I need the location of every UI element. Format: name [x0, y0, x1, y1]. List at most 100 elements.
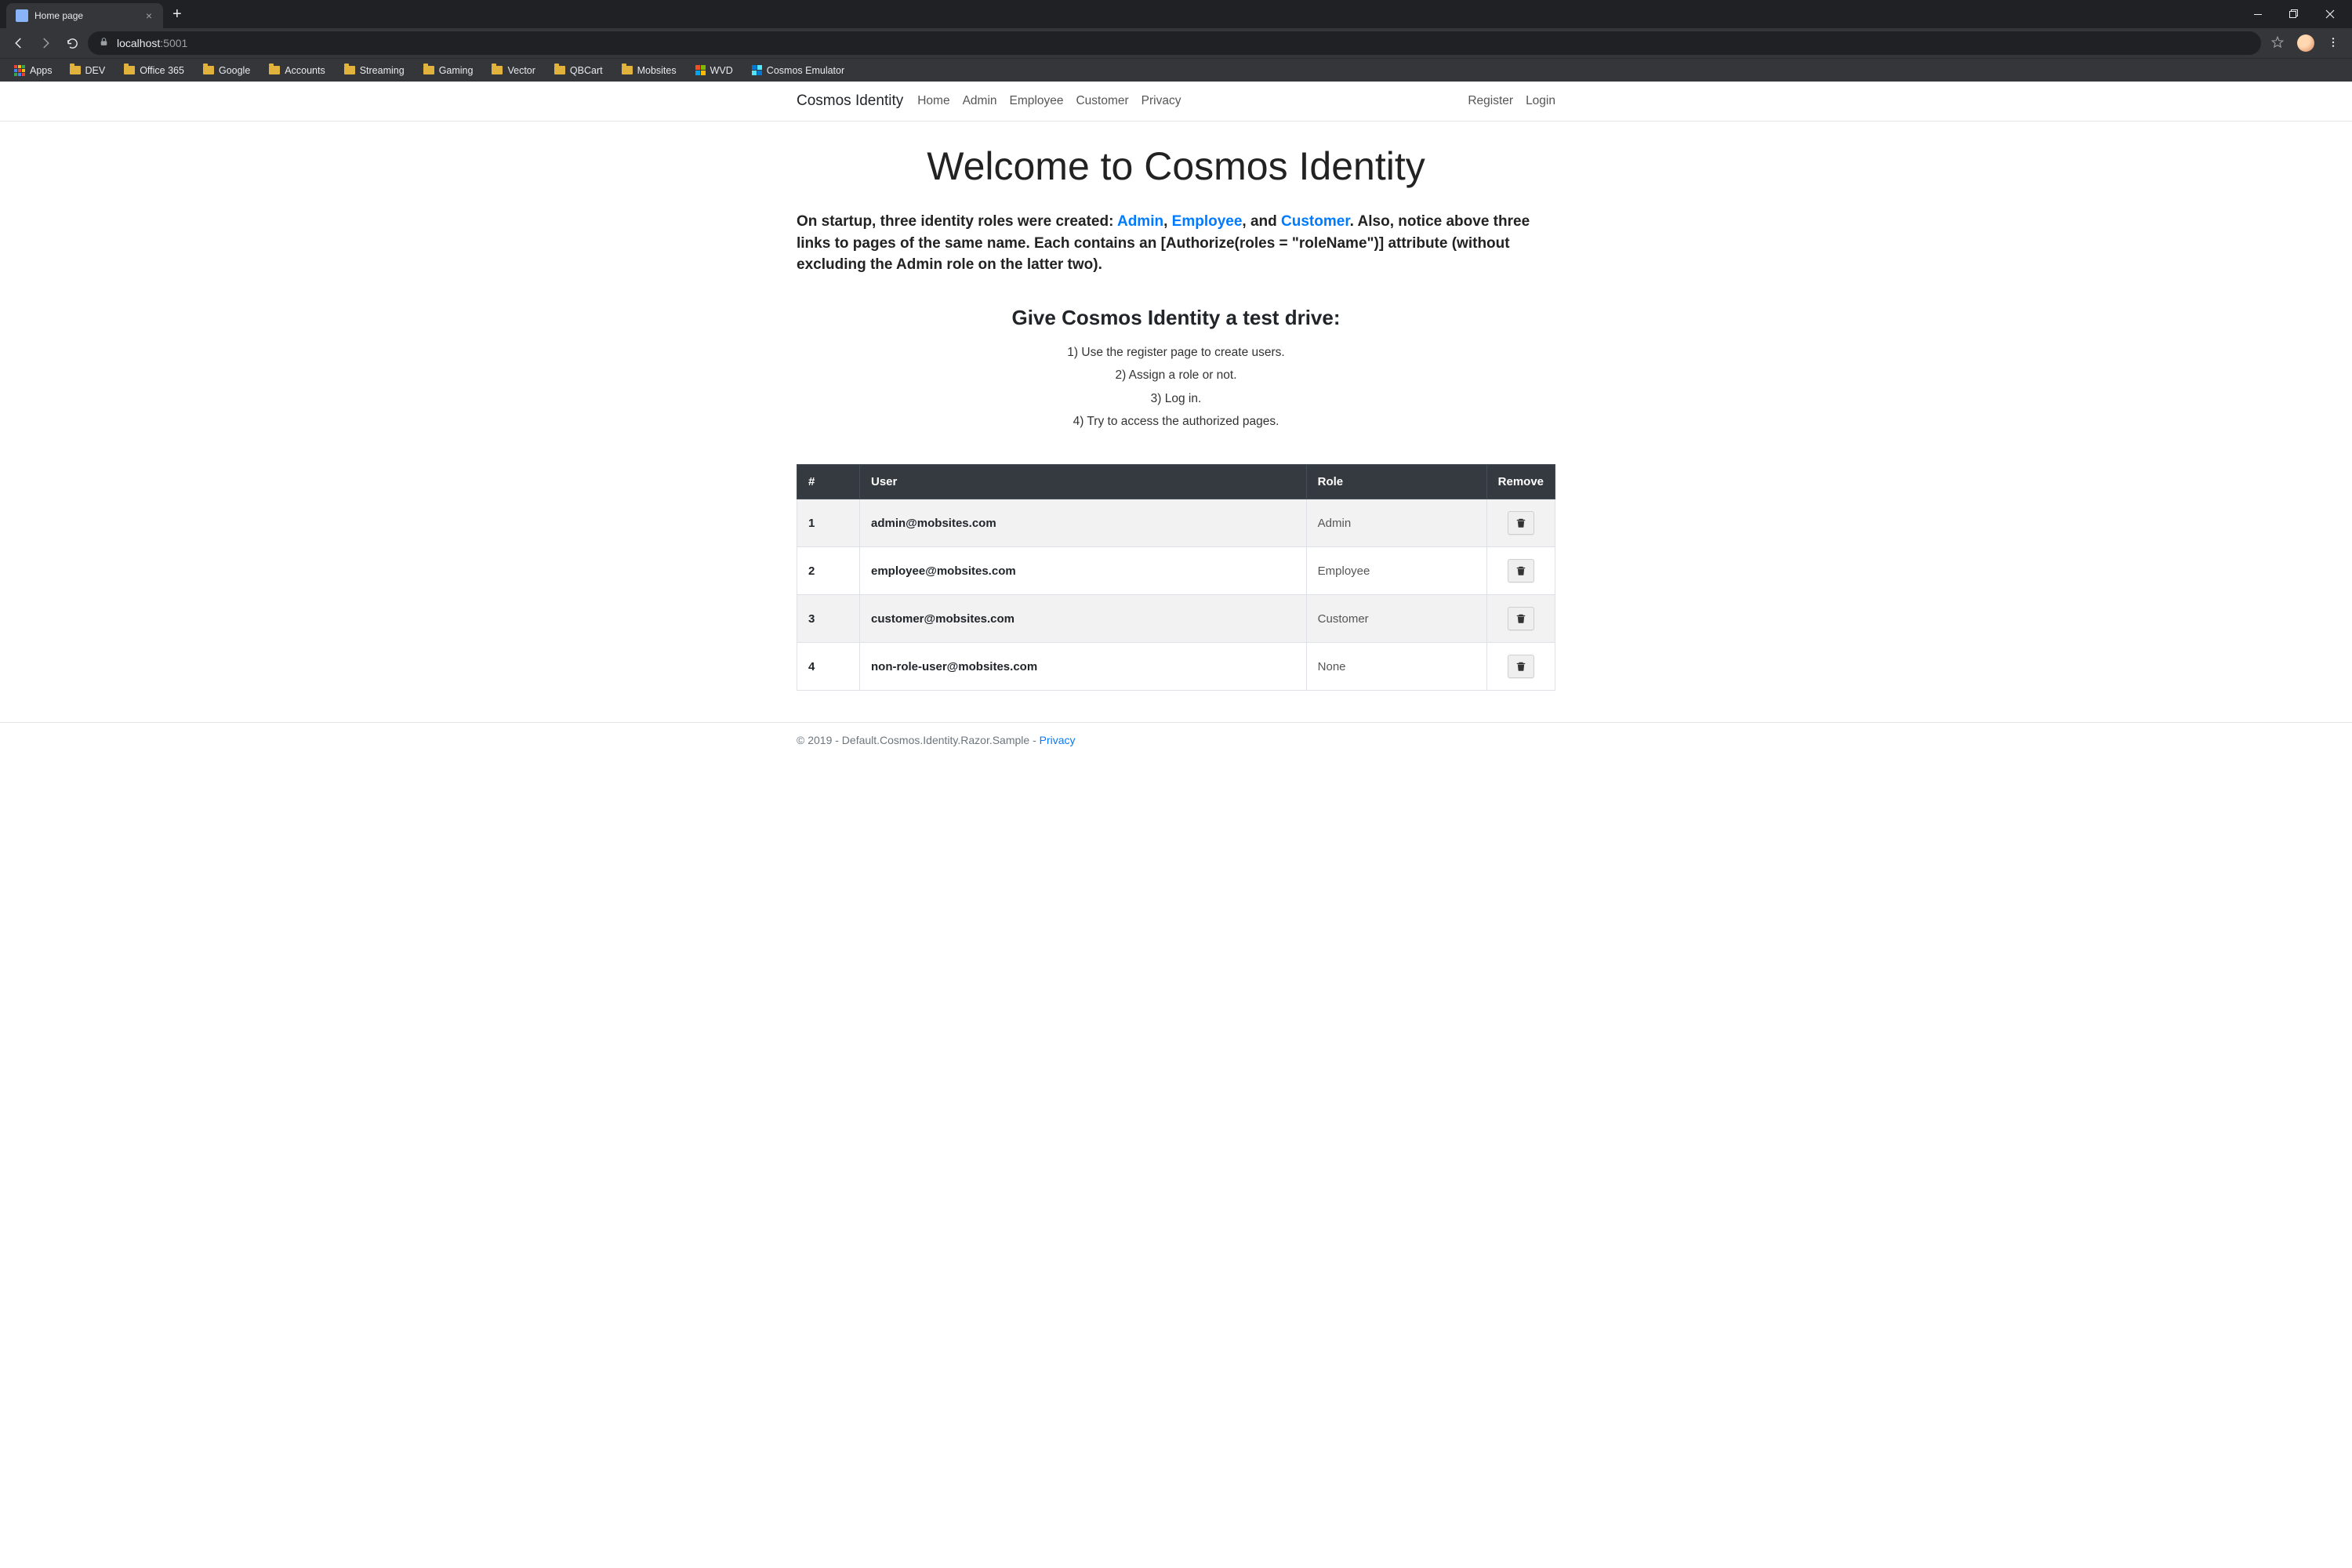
table-row: 1admin@mobsites.comAdmin: [797, 499, 1555, 547]
folder-icon: [124, 66, 135, 74]
cell-user: customer@mobsites.com: [860, 595, 1307, 643]
nav-right-links: Register Login: [1468, 94, 1555, 108]
reload-button[interactable]: [61, 32, 83, 54]
bookmark-label: Streaming: [360, 65, 405, 76]
trash-icon: [1515, 517, 1526, 529]
remove-button[interactable]: [1508, 655, 1534, 678]
bookmark-label: Cosmos Emulator: [767, 65, 844, 76]
bookmark-label: Gaming: [439, 65, 474, 76]
remove-button[interactable]: [1508, 607, 1534, 630]
bookmark-label: WVD: [710, 65, 733, 76]
apps-label: Apps: [30, 65, 53, 76]
step-line: 3) Log in.: [797, 387, 1555, 410]
cell-user: employee@mobsites.com: [860, 547, 1307, 595]
folder-icon: [423, 66, 434, 74]
nav-links: Home Admin Employee Customer Privacy: [917, 94, 1181, 108]
folder-icon: [554, 66, 565, 74]
bookmark-item[interactable]: Gaming: [416, 63, 481, 78]
bookmark-item[interactable]: Cosmos Emulator: [744, 63, 852, 78]
cell-remove: [1486, 499, 1555, 547]
folder-icon: [622, 66, 633, 74]
bookmark-item[interactable]: Streaming: [336, 63, 412, 78]
bookmark-label: QBCart: [570, 65, 603, 76]
new-tab-button[interactable]: +: [163, 6, 191, 22]
forward-button[interactable]: [34, 32, 56, 54]
table-row: 4non-role-user@mobsites.comNone: [797, 643, 1555, 691]
cell-role: Employee: [1306, 547, 1486, 595]
tab-strip: Home page × +: [0, 0, 2352, 28]
bookmark-item[interactable]: Google: [195, 63, 258, 78]
cell-index: 2: [797, 547, 860, 595]
col-remove: Remove: [1486, 465, 1555, 499]
col-role: Role: [1306, 465, 1486, 499]
step-line: 1) Use the register page to create users…: [797, 341, 1555, 364]
role-link-customer[interactable]: Customer: [1281, 213, 1350, 230]
table-row: 2employee@mobsites.comEmployee: [797, 547, 1555, 595]
remove-button[interactable]: [1508, 511, 1534, 535]
folder-icon: [344, 66, 355, 74]
nav-link[interactable]: Home: [917, 94, 949, 108]
maximize-button[interactable]: [2278, 2, 2310, 26]
footer: © 2019 - Default.Cosmos.Identity.Razor.S…: [0, 722, 2352, 762]
nav-link[interactable]: Login: [1526, 94, 1555, 108]
bookmark-item[interactable]: DEV: [62, 63, 114, 78]
bookmark-item[interactable]: Accounts: [261, 63, 332, 78]
folder-icon: [203, 66, 214, 74]
trash-icon: [1515, 612, 1526, 625]
cell-index: 1: [797, 499, 860, 547]
bookmark-item[interactable]: QBCart: [546, 63, 611, 78]
browser-menu-button[interactable]: [2322, 36, 2344, 51]
bookmark-item[interactable]: Vector: [484, 63, 543, 78]
bookmark-label: Google: [219, 65, 250, 76]
window-controls: [2242, 2, 2346, 26]
cell-user: non-role-user@mobsites.com: [860, 643, 1307, 691]
nav-link[interactable]: Privacy: [1142, 94, 1181, 108]
intro-paragraph: On startup, three identity roles were cr…: [797, 211, 1555, 276]
close-window-button[interactable]: [2314, 2, 2346, 26]
browser-tab[interactable]: Home page ×: [6, 3, 163, 28]
folder-icon: [269, 66, 280, 74]
users-table: # User Role Remove 1admin@mobsites.comAd…: [797, 464, 1555, 691]
cell-user: admin@mobsites.com: [860, 499, 1307, 547]
page-title: Welcome to Cosmos Identity: [797, 143, 1555, 189]
ms-logo-icon: [695, 65, 706, 75]
bookmark-item[interactable]: Mobsites: [614, 63, 684, 78]
minimize-button[interactable]: [2242, 2, 2274, 26]
address-bar[interactable]: localhost:5001: [88, 31, 2261, 55]
cell-remove: [1486, 643, 1555, 691]
tab-close-icon[interactable]: ×: [144, 9, 154, 22]
role-link-admin[interactable]: Admin: [1117, 213, 1163, 230]
browser-chrome: Home page × +: [0, 0, 2352, 82]
nav-link[interactable]: Employee: [1010, 94, 1064, 108]
brand[interactable]: Cosmos Identity: [797, 93, 903, 110]
cosmos-logo-icon: [752, 65, 762, 75]
bookmark-label: Mobsites: [637, 65, 677, 76]
browser-toolbar: localhost:5001: [0, 28, 2352, 58]
bookmark-label: Office 365: [140, 65, 184, 76]
tab-title: Home page: [34, 10, 138, 21]
folder-icon: [492, 66, 503, 74]
remove-button[interactable]: [1508, 559, 1534, 583]
nav-link[interactable]: Admin: [963, 94, 997, 108]
address-text: localhost:5001: [117, 37, 187, 49]
bookmark-label: Vector: [507, 65, 535, 76]
bookmark-item[interactable]: Office 365: [116, 63, 192, 78]
role-link-employee[interactable]: Employee: [1172, 213, 1243, 230]
profile-avatar[interactable]: [2297, 34, 2314, 52]
trash-icon: [1515, 660, 1526, 673]
nav-link[interactable]: Register: [1468, 94, 1513, 108]
apps-grid-icon: [14, 65, 25, 76]
lead-pre: On startup, three identity roles were cr…: [797, 213, 1117, 230]
cell-index: 4: [797, 643, 860, 691]
apps-button[interactable]: Apps: [8, 63, 59, 78]
back-button[interactable]: [8, 32, 30, 54]
step-line: 4) Try to access the authorized pages.: [797, 410, 1555, 433]
bookmarks-bar: Apps DEV Office 365 Google Accounts Streamin…: [0, 58, 2352, 82]
bookmark-star-icon[interactable]: [2266, 35, 2289, 52]
bookmark-item[interactable]: WVD: [688, 63, 741, 78]
footer-privacy-link[interactable]: Privacy: [1040, 734, 1076, 746]
nav-link[interactable]: Customer: [1076, 94, 1128, 108]
folder-icon: [70, 66, 81, 74]
col-index: #: [797, 465, 860, 499]
cell-role: Admin: [1306, 499, 1486, 547]
